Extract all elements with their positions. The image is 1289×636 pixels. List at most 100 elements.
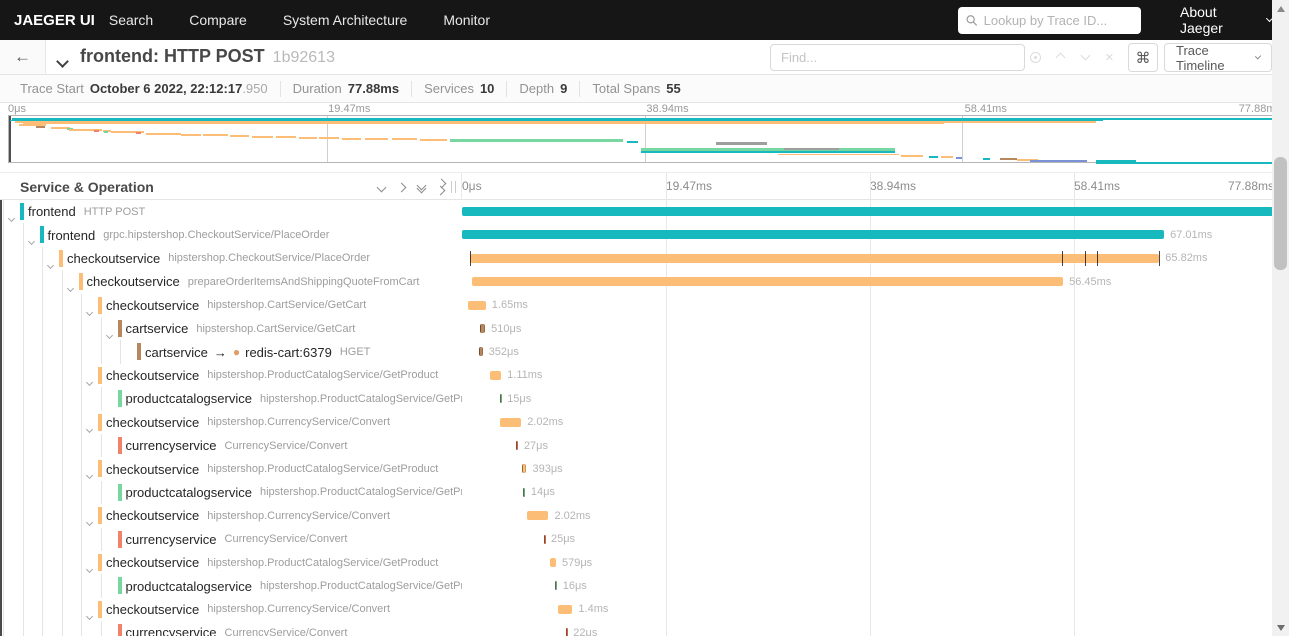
span-timeline-cell[interactable]: 352μs bbox=[462, 340, 1278, 363]
span-bar[interactable] bbox=[523, 487, 526, 497]
span-timeline-cell[interactable]: 2.02ms bbox=[462, 504, 1278, 527]
about-jaeger-menu[interactable]: About Jaeger bbox=[1180, 0, 1274, 40]
span-timeline-cell[interactable]: 1.11ms bbox=[462, 364, 1278, 387]
row-collapse-toggle[interactable] bbox=[85, 465, 94, 480]
row-collapse-toggle[interactable] bbox=[85, 419, 94, 434]
span-bar[interactable] bbox=[479, 324, 486, 333]
span-bar[interactable] bbox=[468, 300, 486, 310]
expand-all-icon[interactable] bbox=[435, 178, 447, 196]
row-collapse-toggle[interactable] bbox=[27, 231, 35, 246]
span-row[interactable]: checkoutservice hipstershop.CurrencyServi… bbox=[0, 504, 1289, 528]
scroll-up-button[interactable] bbox=[1272, 0, 1289, 17]
span-row[interactable]: productcatalogservice hipstershop.Product… bbox=[0, 574, 1289, 598]
row-collapse-toggle[interactable] bbox=[7, 208, 16, 223]
span-bar[interactable] bbox=[555, 581, 558, 591]
span-timeline-cell[interactable]: 27μs bbox=[462, 434, 1278, 457]
back-button[interactable]: ← bbox=[0, 40, 46, 74]
collapse-all-icon[interactable] bbox=[416, 180, 427, 194]
span-row[interactable]: frontend HTTP POST bbox=[0, 200, 1289, 224]
span-timeline-cell[interactable]: 1.65ms bbox=[462, 294, 1278, 317]
span-bar[interactable] bbox=[527, 511, 549, 521]
span-row[interactable]: productcatalogservice hipstershop.Product… bbox=[0, 480, 1289, 505]
row-collapse-toggle[interactable] bbox=[66, 278, 74, 293]
span-bar[interactable] bbox=[499, 394, 502, 404]
span-bar[interactable] bbox=[478, 347, 483, 357]
span-timeline-cell[interactable]: 25μs bbox=[462, 528, 1278, 551]
span-timeline-cell[interactable]: 579μs bbox=[462, 551, 1278, 574]
span-timeline-cell[interactable]: 1.4ms bbox=[462, 598, 1278, 621]
span-timeline-cell[interactable]: 67.01ms bbox=[462, 223, 1278, 246]
span-timeline-cell[interactable]: 510μs bbox=[462, 317, 1278, 340]
span-row[interactable]: cartservice hipstershop.CartService/GetCa… bbox=[0, 317, 1289, 341]
row-collapse-toggle[interactable] bbox=[85, 606, 94, 621]
span-bar[interactable] bbox=[522, 464, 527, 474]
expand-one-icon[interactable] bbox=[396, 182, 407, 192]
app-brand[interactable]: JAEGER UI bbox=[14, 12, 95, 29]
minimap-canvas[interactable] bbox=[8, 115, 1281, 164]
find-input[interactable] bbox=[781, 50, 1014, 65]
span-timeline-cell[interactable]: 393μs bbox=[462, 457, 1278, 480]
span-bar[interactable] bbox=[549, 558, 556, 567]
span-row[interactable]: checkoutservice hipstershop.CurrencyServi… bbox=[0, 410, 1289, 434]
span-bar[interactable] bbox=[462, 207, 1278, 216]
viewrange-left-handle[interactable] bbox=[9, 116, 11, 162]
span-row[interactable]: checkoutservice hipstershop.ProductCatalo… bbox=[0, 457, 1289, 481]
span-timeline-cell[interactable]: 65.82ms bbox=[462, 247, 1278, 270]
column-resizer-grip[interactable] bbox=[451, 181, 456, 193]
span-row[interactable]: checkoutservice hipstershop.CartService/G… bbox=[0, 293, 1289, 317]
trace-lookup-input[interactable] bbox=[983, 13, 1133, 28]
span-row[interactable]: frontend grpc.hipstershop.CheckoutService… bbox=[0, 223, 1289, 247]
prev-match-button[interactable] bbox=[1055, 40, 1066, 75]
collapse-one-icon[interactable] bbox=[376, 182, 387, 192]
span-bar[interactable] bbox=[543, 534, 546, 544]
span-bar[interactable] bbox=[462, 230, 1165, 240]
row-collapse-toggle[interactable] bbox=[105, 325, 113, 340]
span-timeline-cell[interactable]: 16μs bbox=[462, 574, 1278, 597]
span-row[interactable]: currencyservice CurrencyService/Convert 25… bbox=[0, 527, 1289, 551]
span-bar[interactable] bbox=[489, 370, 502, 380]
span-bar[interactable] bbox=[557, 604, 573, 614]
row-collapse-toggle[interactable] bbox=[85, 372, 94, 387]
nav-item-search[interactable]: Search bbox=[109, 12, 153, 28]
span-row[interactable]: checkoutservice hipstershop.CurrencyServi… bbox=[0, 597, 1289, 622]
scroll-down-button[interactable] bbox=[1272, 619, 1289, 636]
span-row[interactable]: cartservice → ● redis-cart:6379 HGET 352μs bbox=[0, 340, 1289, 364]
chevron-down-icon bbox=[27, 238, 35, 246]
span-row[interactable]: checkoutservice hipstershop.CheckoutServi… bbox=[0, 246, 1289, 271]
span-bar[interactable] bbox=[471, 277, 1064, 287]
nav-item-system-architecture[interactable]: System Architecture bbox=[283, 12, 408, 28]
span-row[interactable]: checkoutservice hipstershop.ProductCatalo… bbox=[0, 363, 1289, 388]
span-timeline-cell[interactable] bbox=[462, 200, 1278, 223]
span-bar[interactable] bbox=[469, 253, 1160, 263]
span-row[interactable]: checkoutservice prepareOrderItemsAndShipp… bbox=[0, 270, 1289, 294]
span-timeline-cell[interactable]: 56.45ms bbox=[462, 270, 1278, 293]
focus-match-icon[interactable] bbox=[1030, 40, 1041, 75]
span-row[interactable]: productcatalogservice hipstershop.Product… bbox=[0, 387, 1289, 411]
trace-view-selector[interactable]: Trace Timeline bbox=[1164, 43, 1272, 73]
span-row[interactable]: currencyservice CurrencyService/Convert 22… bbox=[0, 621, 1289, 636]
collapse-trace-title-toggle[interactable] bbox=[56, 53, 69, 71]
span-row[interactable]: currencyservice CurrencyService/Convert 27… bbox=[0, 434, 1289, 458]
row-collapse-toggle[interactable] bbox=[85, 512, 94, 527]
nav-item-monitor[interactable]: Monitor bbox=[443, 12, 490, 28]
find-box[interactable] bbox=[770, 44, 1025, 71]
span-row[interactable]: checkoutservice hipstershop.ProductCatalo… bbox=[0, 551, 1289, 575]
span-timeline-cell[interactable]: 22μs bbox=[462, 621, 1278, 636]
keyboard-shortcuts-button[interactable]: ⌘ bbox=[1128, 43, 1158, 72]
nav-item-compare[interactable]: Compare bbox=[189, 12, 247, 28]
row-collapse-toggle[interactable] bbox=[85, 559, 94, 574]
span-bar[interactable] bbox=[565, 628, 568, 636]
indent-guide bbox=[100, 527, 102, 551]
clear-find-button[interactable]: × bbox=[1105, 40, 1114, 75]
scrollbar-thumb[interactable] bbox=[1274, 157, 1287, 270]
span-timeline-cell[interactable]: 14μs bbox=[462, 481, 1278, 504]
span-bar[interactable] bbox=[516, 441, 519, 450]
row-collapse-toggle[interactable] bbox=[85, 302, 94, 317]
span-timeline-cell[interactable]: 15μs bbox=[462, 387, 1278, 410]
trace-lookup-box[interactable] bbox=[958, 7, 1141, 34]
next-match-button[interactable] bbox=[1080, 40, 1091, 75]
span-bar[interactable] bbox=[500, 417, 522, 427]
span-timeline-cell[interactable]: 2.02ms bbox=[462, 411, 1278, 434]
vertical-scrollbar[interactable] bbox=[1272, 0, 1289, 636]
row-collapse-toggle[interactable] bbox=[46, 255, 55, 270]
